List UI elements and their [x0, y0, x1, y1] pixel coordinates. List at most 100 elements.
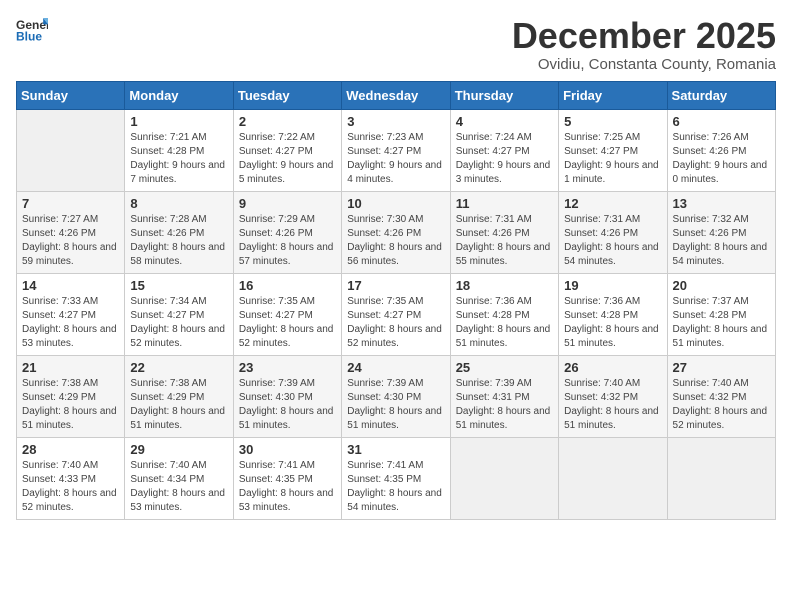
calendar-cell: 28 Sunrise: 7:40 AMSunset: 4:33 PMDayligh… — [17, 437, 125, 519]
day-number: 19 — [564, 278, 661, 293]
svg-text:Blue: Blue — [16, 29, 42, 43]
day-number: 27 — [673, 360, 770, 375]
calendar-cell — [667, 437, 775, 519]
day-number: 21 — [22, 360, 119, 375]
calendar-cell: 30 Sunrise: 7:41 AMSunset: 4:35 PMDayligh… — [233, 437, 341, 519]
calendar-week-row: 14 Sunrise: 7:33 AMSunset: 4:27 PMDayligh… — [17, 273, 776, 355]
day-info: Sunrise: 7:33 AMSunset: 4:27 PMDaylight:… — [22, 295, 119, 351]
calendar-cell: 29 Sunrise: 7:40 AMSunset: 4:34 PMDayligh… — [125, 437, 233, 519]
day-number: 29 — [130, 442, 227, 457]
day-info: Sunrise: 7:29 AMSunset: 4:26 PMDaylight:… — [239, 213, 336, 269]
day-number: 13 — [673, 196, 770, 211]
calendar-cell: 4 Sunrise: 7:24 AMSunset: 4:27 PMDaylight… — [450, 109, 558, 191]
calendar-cell: 3Sunrise: 7:23 AMSunset: 4:27 PMDaylight… — [342, 109, 450, 191]
day-number: 10 — [347, 196, 444, 211]
day-info: Sunrise: 7:38 AMSunset: 4:29 PMDaylight:… — [130, 377, 227, 433]
calendar-cell: 23 Sunrise: 7:39 AMSunset: 4:30 PMDayligh… — [233, 355, 341, 437]
day-number: 11 — [456, 196, 553, 211]
calendar-week-row: 1 Sunrise: 7:21 AMSunset: 4:28 PMDaylight… — [17, 109, 776, 191]
calendar-week-row: 21 Sunrise: 7:38 AMSunset: 4:29 PMDayligh… — [17, 355, 776, 437]
day-info: Sunrise: 7:37 AMSunset: 4:28 PMDaylight:… — [673, 295, 770, 351]
day-info: Sunrise: 7:31 AMSunset: 4:26 PMDaylight:… — [456, 213, 553, 269]
day-number: 31 — [347, 442, 444, 457]
day-info: Sunrise: 7:30 AMSunset: 4:26 PMDaylight:… — [347, 213, 444, 269]
calendar-cell: 13 Sunrise: 7:32 AMSunset: 4:26 PMDayligh… — [667, 191, 775, 273]
day-info: Sunrise: 7:27 AMSunset: 4:26 PMDaylight:… — [22, 213, 119, 269]
day-number: 6 — [673, 114, 770, 129]
calendar-cell: 14 Sunrise: 7:33 AMSunset: 4:27 PMDayligh… — [17, 273, 125, 355]
day-info: Sunrise: 7:25 AMSunset: 4:27 PMDaylight:… — [564, 131, 661, 187]
logo: General Blue — [16, 16, 48, 44]
day-info: Sunrise: 7:40 AMSunset: 4:34 PMDaylight:… — [130, 459, 227, 515]
day-number: 20 — [673, 278, 770, 293]
weekday-header-sunday: Sunday — [17, 81, 125, 109]
calendar-cell: 6 Sunrise: 7:26 AMSunset: 4:26 PMDaylight… — [667, 109, 775, 191]
day-number: 4 — [456, 114, 553, 129]
day-number: 3 — [347, 114, 444, 129]
day-info: Sunrise: 7:39 AMSunset: 4:30 PMDaylight:… — [239, 377, 336, 433]
day-number: 18 — [456, 278, 553, 293]
calendar-cell: 17 Sunrise: 7:35 AMSunset: 4:27 PMDayligh… — [342, 273, 450, 355]
day-info: Sunrise: 7:31 AMSunset: 4:26 PMDaylight:… — [564, 213, 661, 269]
day-number: 16 — [239, 278, 336, 293]
calendar-cell: 25 Sunrise: 7:39 AMSunset: 4:31 PMDayligh… — [450, 355, 558, 437]
day-info: Sunrise: 7:32 AMSunset: 4:26 PMDaylight:… — [673, 213, 770, 269]
calendar-cell: 19 Sunrise: 7:36 AMSunset: 4:28 PMDayligh… — [559, 273, 667, 355]
day-info: Sunrise: 7:36 AMSunset: 4:28 PMDaylight:… — [564, 295, 661, 351]
day-number: 2 — [239, 114, 336, 129]
day-info: Sunrise: 7:40 AMSunset: 4:33 PMDaylight:… — [22, 459, 119, 515]
day-number: 22 — [130, 360, 227, 375]
calendar-cell: 18 Sunrise: 7:36 AMSunset: 4:28 PMDayligh… — [450, 273, 558, 355]
day-number: 15 — [130, 278, 227, 293]
calendar-cell: 1 Sunrise: 7:21 AMSunset: 4:28 PMDaylight… — [125, 109, 233, 191]
day-info: Sunrise: 7:40 AMSunset: 4:32 PMDaylight:… — [673, 377, 770, 433]
day-number: 24 — [347, 360, 444, 375]
day-number: 9 — [239, 196, 336, 211]
day-number: 5 — [564, 114, 661, 129]
day-number: 14 — [22, 278, 119, 293]
day-info: Sunrise: 7:39 AMSunset: 4:31 PMDaylight:… — [456, 377, 553, 433]
calendar-cell: 2Sunrise: 7:22 AMSunset: 4:27 PMDaylight… — [233, 109, 341, 191]
day-number: 28 — [22, 442, 119, 457]
calendar-cell — [17, 109, 125, 191]
day-number: 17 — [347, 278, 444, 293]
calendar-cell: 20 Sunrise: 7:37 AMSunset: 4:28 PMDayligh… — [667, 273, 775, 355]
day-number: 25 — [456, 360, 553, 375]
calendar-cell: 21Sunrise: 7:38 AMSunset: 4:29 PMDayligh… — [17, 355, 125, 437]
calendar-cell — [450, 437, 558, 519]
calendar-cell: 9 Sunrise: 7:29 AMSunset: 4:26 PMDaylight… — [233, 191, 341, 273]
calendar-cell: 15Sunrise: 7:34 AMSunset: 4:27 PMDayligh… — [125, 273, 233, 355]
calendar-cell: 11 Sunrise: 7:31 AMSunset: 4:26 PMDayligh… — [450, 191, 558, 273]
calendar-week-row: 7 Sunrise: 7:27 AMSunset: 4:26 PMDaylight… — [17, 191, 776, 273]
day-info: Sunrise: 7:41 AMSunset: 4:35 PMDaylight:… — [239, 459, 336, 515]
calendar-cell: 26Sunrise: 7:40 AMSunset: 4:32 PMDayligh… — [559, 355, 667, 437]
generalblue-logo-icon: General Blue — [16, 16, 48, 44]
day-info: Sunrise: 7:40 AMSunset: 4:32 PMDaylight:… — [564, 377, 661, 433]
day-info: Sunrise: 7:39 AMSunset: 4:30 PMDaylight:… — [347, 377, 444, 433]
weekday-header-wednesday: Wednesday — [342, 81, 450, 109]
day-number: 23 — [239, 360, 336, 375]
weekday-header-friday: Friday — [559, 81, 667, 109]
day-info: Sunrise: 7:24 AMSunset: 4:27 PMDaylight:… — [456, 131, 553, 187]
location-title: Ovidiu, Constanta County, Romania — [512, 56, 776, 73]
calendar-cell: 7 Sunrise: 7:27 AMSunset: 4:26 PMDaylight… — [17, 191, 125, 273]
day-number: 7 — [22, 196, 119, 211]
day-info: Sunrise: 7:28 AMSunset: 4:26 PMDaylight:… — [130, 213, 227, 269]
calendar-cell: 22 Sunrise: 7:38 AMSunset: 4:29 PMDayligh… — [125, 355, 233, 437]
day-number: 30 — [239, 442, 336, 457]
day-info: Sunrise: 7:41 AMSunset: 4:35 PMDaylight:… — [347, 459, 444, 515]
calendar-cell: 5 Sunrise: 7:25 AMSunset: 4:27 PMDaylight… — [559, 109, 667, 191]
day-number: 1 — [130, 114, 227, 129]
month-title: December 2025 — [512, 16, 776, 56]
calendar-cell: 24 Sunrise: 7:39 AMSunset: 4:30 PMDayligh… — [342, 355, 450, 437]
day-info: Sunrise: 7:36 AMSunset: 4:28 PMDaylight:… — [456, 295, 553, 351]
title-block: December 2025 Ovidiu, Constanta County, … — [512, 16, 776, 73]
day-info: Sunrise: 7:35 AMSunset: 4:27 PMDaylight:… — [239, 295, 336, 351]
calendar-week-row: 28 Sunrise: 7:40 AMSunset: 4:33 PMDayligh… — [17, 437, 776, 519]
calendar-cell: 8Sunrise: 7:28 AMSunset: 4:26 PMDaylight… — [125, 191, 233, 273]
calendar-cell: 10 Sunrise: 7:30 AMSunset: 4:26 PMDayligh… — [342, 191, 450, 273]
day-info: Sunrise: 7:26 AMSunset: 4:26 PMDaylight:… — [673, 131, 770, 187]
day-info: Sunrise: 7:21 AMSunset: 4:28 PMDaylight:… — [130, 131, 227, 187]
day-info: Sunrise: 7:35 AMSunset: 4:27 PMDaylight:… — [347, 295, 444, 351]
calendar-cell: 31 Sunrise: 7:41 AMSunset: 4:35 PMDayligh… — [342, 437, 450, 519]
